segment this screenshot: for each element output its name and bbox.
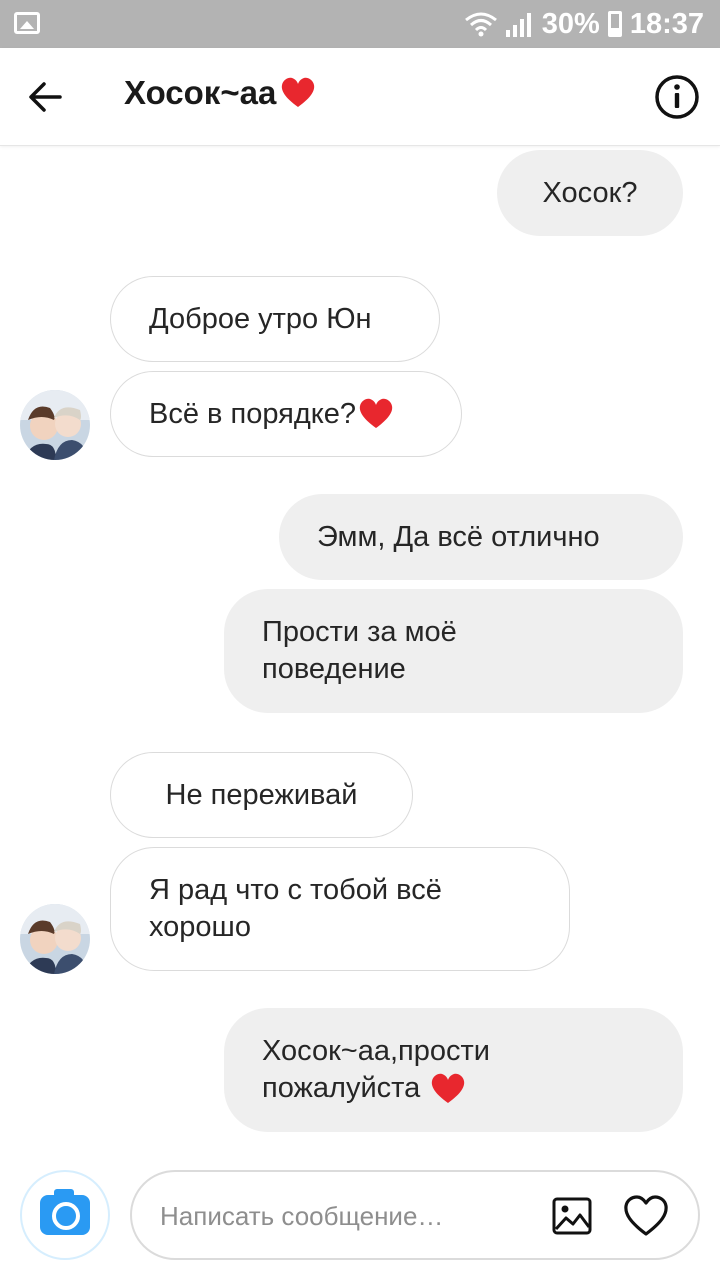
message-bubble-incoming[interactable]: Доброе утро Юн: [110, 276, 440, 362]
message-bubble-outgoing[interactable]: Эмм, Да всё отлично: [279, 494, 683, 580]
avatar-photo-icon: [20, 904, 90, 974]
message-text: Не переживай: [165, 778, 358, 811]
message-bubble-incoming[interactable]: Не переживай: [110, 752, 413, 838]
message-bubble-incoming[interactable]: Всё в порядке?: [110, 371, 462, 457]
red-heart-emoji-icon: [282, 77, 315, 107]
battery-icon: [607, 11, 622, 37]
camera-icon: [40, 1189, 90, 1235]
message-text: Доброе утро Юн: [149, 302, 372, 335]
sender-avatar[interactable]: [20, 390, 90, 460]
message-text: Хосок?: [542, 176, 638, 209]
red-heart-emoji-icon: [432, 1073, 465, 1103]
gallery-icon[interactable]: [552, 1197, 592, 1235]
message-text-line: Хосок~аа,прости: [262, 1035, 490, 1067]
back-arrow-icon[interactable]: [22, 72, 72, 122]
message-text: Всё в порядке?: [149, 397, 357, 430]
message-text-line-with-emoji: пожалуйста: [262, 1070, 466, 1107]
sender-avatar[interactable]: [20, 904, 90, 974]
gallery-notification-icon: [14, 12, 40, 34]
message-text-line: поведение: [262, 653, 406, 685]
status-bar: 30% 18:37: [0, 0, 720, 48]
message-input[interactable]: [160, 1196, 540, 1236]
signal-icon: [505, 11, 534, 37]
message-text-line: хорошо: [149, 911, 251, 943]
message-bubble-incoming[interactable]: Я рад что с тобой всё хорошо: [110, 847, 570, 971]
avatar-photo-icon: [20, 390, 90, 460]
message-bubble-outgoing[interactable]: Прости за моё поведение: [224, 589, 683, 713]
chat-title-text: Хосок~аа: [124, 74, 277, 111]
chat-title[interactable]: Хосок~аа: [124, 74, 316, 112]
chat-header: Хосок~аа: [0, 48, 720, 146]
message-text-line: Прости за моё: [262, 616, 457, 648]
message-composer: [130, 1170, 700, 1260]
message-bubble-outgoing[interactable]: Хосок~аа,прости пожалуйста: [224, 1008, 683, 1132]
message-text-line: пожалуйста: [262, 1072, 429, 1104]
clock: 18:37: [629, 7, 704, 40]
red-heart-emoji-icon: [359, 398, 393, 428]
message-bubble-outgoing[interactable]: Хосок?: [497, 150, 683, 236]
info-icon[interactable]: [654, 74, 700, 120]
heart-like-icon[interactable]: [622, 1194, 670, 1238]
message-text-line: Я рад что с тобой всё: [149, 874, 442, 906]
message-text: Эмм, Да всё отлично: [317, 520, 600, 553]
status-right: 30% 18:37: [464, 0, 704, 48]
camera-button[interactable]: [20, 1170, 110, 1260]
wifi-icon: [464, 12, 497, 37]
battery-percent: 30%: [541, 7, 600, 40]
